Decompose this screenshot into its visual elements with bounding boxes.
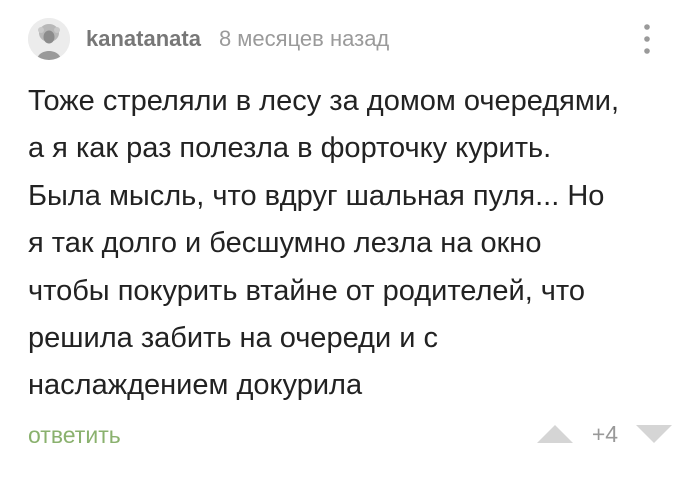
reply-button[interactable]: ответить [28,422,121,449]
comment-text-line: а я как раз полезла в форточку курить. [28,132,552,165]
vote-down-button[interactable] [636,424,672,444]
avatar[interactable] [28,18,70,60]
triangle-down-icon [636,425,672,443]
avatar-portrait-icon [28,18,70,60]
comment-text-line: Была мысль, что вдруг шальная пуля... Но [28,179,605,212]
comment-header: kanatanata 8 месяцев назад [28,18,389,60]
comment-text-line: чтобы покурить втайне от родителей, что [28,274,586,307]
triangle-up-icon [537,425,573,443]
comment-rating: +4 [591,421,619,447]
comment-timestamp: 8 месяцев назад [218,26,390,51]
comment-text-line: я так долго и бесшумно лезла на окно [28,227,542,260]
more-options-button[interactable] [632,18,662,60]
comment-text-line: Тоже стреляли в лесу за домом очередями, [28,85,620,117]
username[interactable]: kanatanata [86,26,201,52]
comment-text-line: решила забить на очереди и с [28,322,438,355]
comment-text-line: наслаждением докурила [28,369,363,402]
comment-text: Тоже стреляли в лесу за домом очередями,… [28,78,678,410]
vertical-dots-icon [644,24,650,54]
vote-up-button[interactable] [537,424,573,444]
